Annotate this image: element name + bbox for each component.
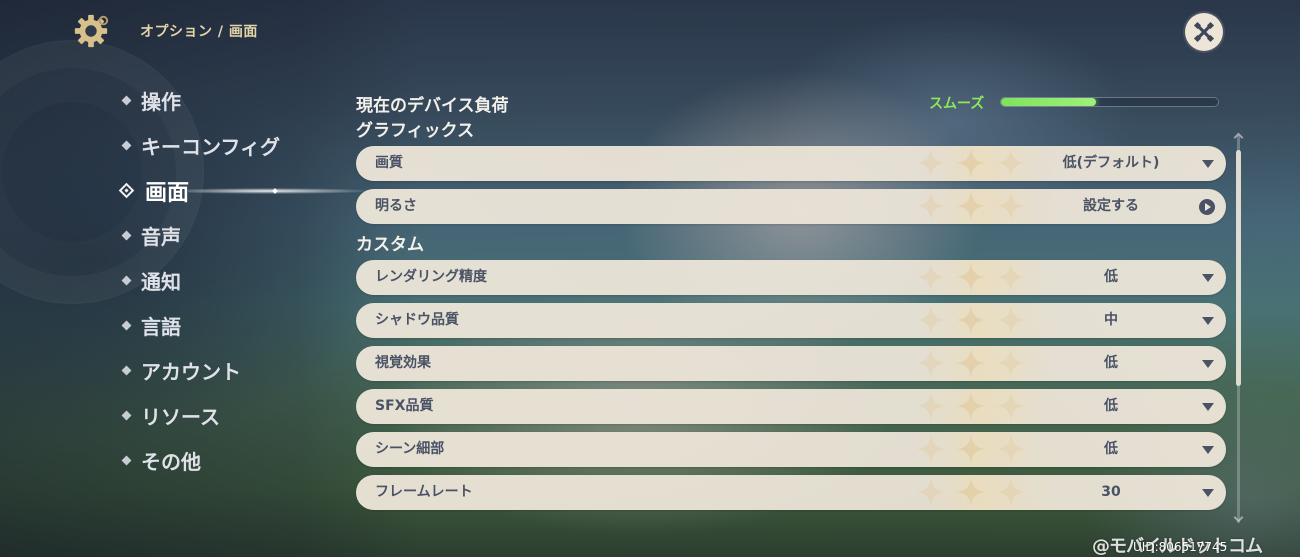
caret-down-icon <box>1202 274 1214 282</box>
gear-icon <box>74 14 109 48</box>
device-load-status: スムーズ <box>929 96 985 112</box>
setting-label: 画質 <box>375 155 403 171</box>
uid-label: UID:806517745 <box>1133 540 1228 554</box>
setting-row-frame-rate[interactable]: フレームレート 30 <box>356 475 1226 510</box>
sparkle-decoration-icon <box>916 477 946 507</box>
setting-row-brightness[interactable]: 明るさ 設定する <box>356 189 1226 224</box>
setting-value: 低 <box>1104 398 1118 414</box>
sidebar-item-account[interactable]: アカウント <box>118 348 318 393</box>
setting-value: 30 <box>1101 484 1121 500</box>
scrollbar-thumb[interactable] <box>1236 150 1241 386</box>
sidebar: 操作 キーコンフィグ 画面 音声 通知 言語 アカウント リソース その他 <box>118 78 398 483</box>
section-title-custom: カスタム <box>356 235 424 255</box>
setting-row-render-resolution[interactable]: レンダリング精度 低 <box>356 260 1226 295</box>
setting-label: レンダリング精度 <box>375 269 487 285</box>
sidebar-item-label: アカウント <box>141 360 241 384</box>
setting-label: フレームレート <box>375 484 473 500</box>
diamond-bullet-icon <box>121 410 132 421</box>
diamond-bullet-icon <box>121 230 132 241</box>
sidebar-item-label: キーコンフィグ <box>141 135 280 159</box>
caret-down-icon <box>1202 317 1214 325</box>
setting-row-quality[interactable]: 画質 低(デフォルト) <box>356 146 1226 181</box>
sparkle-decoration-icon <box>916 148 946 178</box>
diamond-bullet-icon <box>121 95 132 106</box>
sidebar-item-label: 言語 <box>141 315 181 339</box>
diamond-bullet-icon <box>121 140 132 151</box>
setting-value: 低 <box>1104 269 1118 285</box>
setting-value: 低 <box>1104 355 1118 371</box>
header: オプション / 画面 <box>72 12 258 50</box>
sidebar-item-graphics[interactable]: 画面 <box>118 168 398 213</box>
arrow-right-circle-icon[interactable] <box>1199 199 1215 215</box>
setting-label: 明るさ <box>375 198 417 214</box>
device-load-bar-fill <box>1001 98 1097 106</box>
sidebar-item-label: 通知 <box>141 270 181 294</box>
diamond-selected-icon <box>118 182 135 199</box>
sidebar-item-controls[interactable]: 操作 <box>118 78 318 123</box>
setting-row-scene-detail[interactable]: シーン細部 低 <box>356 432 1226 467</box>
sidebar-item-label: 画面 <box>145 180 190 206</box>
sparkle-decoration-icon <box>916 191 946 221</box>
sparkle-decoration-icon <box>916 262 946 292</box>
diamond-bullet-icon <box>121 275 132 286</box>
sidebar-item-other[interactable]: その他 <box>118 438 318 483</box>
breadcrumb: オプション / 画面 <box>140 24 258 40</box>
sidebar-item-label: その他 <box>141 450 201 474</box>
setting-row-sfx-quality[interactable]: SFX品質 低 <box>356 389 1226 424</box>
sidebar-item-label: 操作 <box>141 90 181 114</box>
setting-value: 低 <box>1104 441 1118 457</box>
diamond-bullet-icon <box>121 320 132 331</box>
sidebar-item-resources[interactable]: リソース <box>118 393 318 438</box>
setting-label: シーン細部 <box>375 441 445 457</box>
setting-row-shadow-quality[interactable]: シャドウ品質 中 <box>356 303 1226 338</box>
caret-down-icon <box>1202 403 1214 411</box>
setting-value: 設定する <box>1083 198 1139 214</box>
setting-label: 視覚効果 <box>375 355 431 371</box>
diamond-bullet-icon <box>121 365 132 376</box>
device-load-row: 現在のデバイス負荷 スムーズ <box>356 90 1226 116</box>
diamond-bullet-icon <box>121 455 132 466</box>
close-icon <box>1193 21 1215 43</box>
sidebar-item-notifications[interactable]: 通知 <box>118 258 318 303</box>
sidebar-item-label: 音声 <box>141 225 181 249</box>
sparkle-decoration-icon <box>916 391 946 421</box>
close-button[interactable] <box>1185 13 1223 51</box>
sidebar-item-label: リソース <box>141 405 220 429</box>
sidebar-item-audio[interactable]: 音声 <box>118 213 318 258</box>
setting-row-visual-effects[interactable]: 視覚効果 低 <box>356 346 1226 381</box>
setting-label: シャドウ品質 <box>375 312 459 328</box>
sparkle-decoration-icon <box>916 305 946 335</box>
caret-down-icon <box>1202 489 1214 497</box>
caret-down-icon <box>1202 446 1214 454</box>
caret-down-icon <box>1202 360 1214 368</box>
device-load-label: 現在のデバイス負荷 <box>356 95 509 116</box>
sparkle-decoration-icon <box>916 434 946 464</box>
setting-value: 中 <box>1104 312 1118 328</box>
settings-panel: 現在のデバイス負荷 スムーズ グラフィックス 画質 低(デフォルト) 明るさ 設… <box>356 90 1226 518</box>
caret-down-icon <box>1202 160 1214 168</box>
sidebar-item-key-config[interactable]: キーコンフィグ <box>118 123 318 168</box>
device-load-bar <box>1001 98 1218 106</box>
section-title-graphics: グラフィックス <box>356 121 475 141</box>
sidebar-item-language[interactable]: 言語 <box>118 303 318 348</box>
sparkle-decoration-icon <box>916 348 946 378</box>
setting-label: SFX品質 <box>375 398 434 414</box>
setting-value: 低(デフォルト) <box>1062 155 1160 171</box>
